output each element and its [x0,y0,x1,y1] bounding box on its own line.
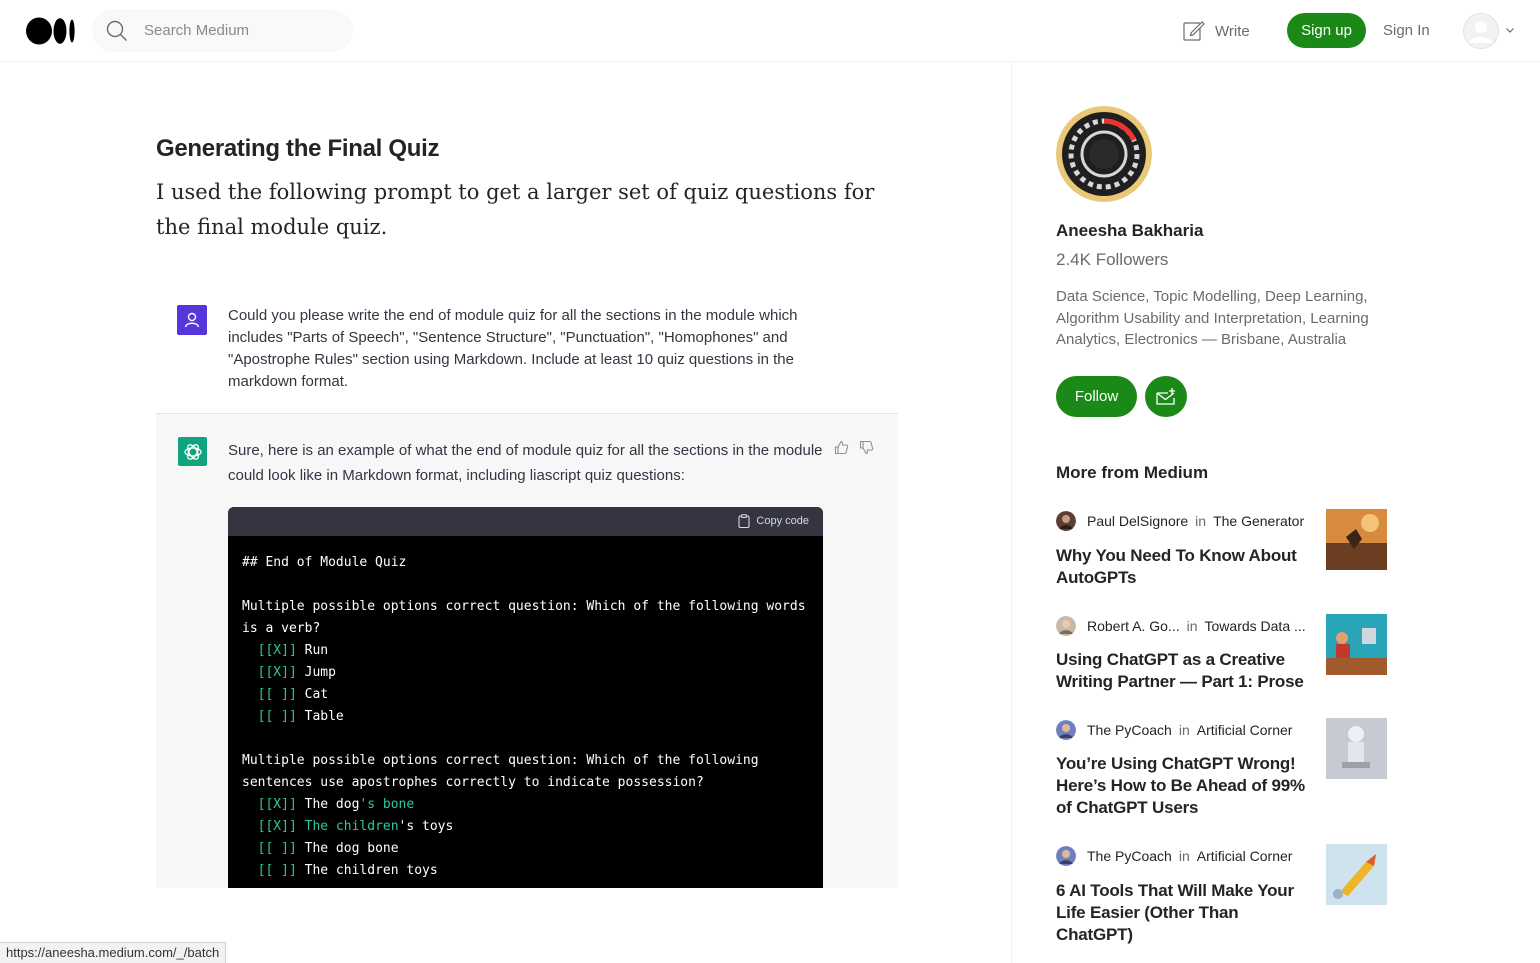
code-line: Run [296,643,329,658]
write-button[interactable]: Write [1182,18,1250,44]
thumbs-down-icon [859,440,874,455]
mail-plus-icon [1156,387,1175,405]
follow-button[interactable]: Follow [1056,376,1137,417]
clipboard-icon [738,514,750,528]
default-avatar-icon [1463,13,1499,49]
article-paragraph: I used the following prompt to get a lar… [156,180,875,239]
section-heading: Generating the Final Quiz [156,135,440,162]
code-line: The children toys [296,863,438,878]
story-title[interactable]: 6 AI Tools That Will Make Your Life Easi… [1056,880,1306,946]
story-author[interactable]: Paul DelSignore [1087,513,1188,529]
more-from-medium-heading: More from Medium [1056,463,1209,482]
story-meta: The PyCoach in Artificial Corner [1056,719,1292,741]
sidebar-divider [1011,62,1012,963]
copy-code-label: Copy code [756,515,809,527]
story-author[interactable]: The PyCoach [1087,848,1172,864]
code-line: The dog bone [296,841,399,856]
code-line: Jump [296,665,336,680]
code-line: The dog [296,797,360,812]
author-name[interactable]: Aneesha Bakharia [1056,221,1203,241]
code-line: Multiple possible options correct questi… [242,599,806,614]
code-line: ## End of Module Quiz [242,555,407,570]
code-line: Multiple possible options correct questi… [242,753,759,768]
checkbox-marker: [[ ]] [257,841,297,856]
checkbox-marker: [[ ]] [257,709,297,724]
thumbs-up-icon [834,440,849,455]
recommended-story-card[interactable]: The PyCoach in Artificial Corner You’re … [1056,718,1388,819]
author-bio: Data Science, Topic Modelling, Deep Lear… [1056,288,1369,348]
story-publication[interactable]: Artificial Corner [1197,848,1293,864]
checkbox-marker: [[ ]] [257,863,297,878]
author-avatar-icon[interactable] [1056,846,1076,866]
story-thumbnail[interactable] [1326,614,1387,675]
checkbox-marker: [[ ]] [257,687,297,702]
medium-logo-icon[interactable] [26,17,76,45]
user-avatar-icon [177,305,207,335]
checkbox-marker: [[X]] [257,643,297,658]
code-block-header: Copy code [228,507,823,536]
chatgpt-screenshot-image: Could you please write the end of module… [156,283,898,888]
in-label: in [1195,513,1207,529]
story-publication[interactable]: Towards Data ... [1205,618,1306,634]
author-avatar-icon[interactable] [1056,511,1076,531]
user-message-row: Could you please write the end of module… [156,283,898,414]
in-label: in [1178,722,1190,738]
search-input[interactable]: Search Medium [92,9,353,52]
story-thumbnail[interactable] [1326,718,1387,779]
checkbox-marker: [[X]] [257,819,297,834]
author-logo-icon [1056,106,1152,202]
code-content: ## End of Module Quiz Multiple possible … [228,536,823,882]
assistant-message-row: Sure, here is an example of what the end… [156,414,898,888]
subscribe-button[interactable] [1145,376,1187,417]
author-avatar[interactable] [1056,106,1152,202]
search-icon [106,20,127,41]
story-meta: The PyCoach in Artificial Corner [1056,845,1292,867]
code-string: The children [296,819,399,834]
chatgpt-logo-icon [178,437,207,466]
story-title[interactable]: Using ChatGPT as a Creative Writing Part… [1056,649,1306,693]
sign-up-button[interactable]: Sign up [1287,13,1366,48]
code-line: 's toys [398,819,454,834]
story-meta: Paul DelSignore in The Generator [1056,510,1304,532]
story-title[interactable]: Why You Need To Know About AutoGPTs [1056,545,1306,589]
checkbox-marker: [[X]] [257,797,297,812]
story-meta: Robert A. Go... in Towards Data ... [1056,615,1306,637]
story-thumbnail[interactable] [1326,509,1387,570]
user-prompt-text: Could you please write the end of module… [228,307,798,390]
write-icon [1183,21,1205,41]
story-thumbnail[interactable] [1326,844,1387,905]
user-avatar[interactable] [1463,13,1499,49]
code-line: sentences use apostrophes correctly to i… [242,775,704,790]
code-string: 's bone [359,797,415,812]
code-block: Copy code ## End of Module Quiz Multiple… [228,507,823,888]
write-label: Write [1215,22,1250,40]
copy-code-button: Copy code [738,514,809,528]
code-line: Cat [296,687,329,702]
story-publication[interactable]: Artificial Corner [1197,722,1293,738]
checkbox-marker: [[X]] [257,665,297,680]
story-author[interactable]: Robert A. Go... [1087,618,1180,634]
author-avatar-icon[interactable] [1056,616,1076,636]
feedback-icons [834,440,874,455]
recommended-story-card[interactable]: Paul DelSignore in The Generator Why You… [1056,509,1388,590]
recommended-story-card[interactable]: Robert A. Go... in Towards Data ... Usin… [1056,614,1388,695]
assistant-reply-text: Sure, here is an example of what the end… [228,442,823,484]
code-line: Table [296,709,344,724]
chevron-down-icon[interactable] [1505,25,1515,35]
in-label: in [1186,618,1198,634]
in-label: in [1178,848,1190,864]
recommended-story-card[interactable]: The PyCoach in Artificial Corner 6 AI To… [1056,844,1388,946]
author-avatar-icon[interactable] [1056,720,1076,740]
story-title[interactable]: You’re Using ChatGPT Wrong! Here’s How t… [1056,753,1306,819]
story-publication[interactable]: The Generator [1213,513,1304,529]
followers-count[interactable]: 2.4K Followers [1056,250,1168,270]
search-placeholder: Search Medium [144,22,250,39]
sign-in-link[interactable]: Sign In [1383,22,1430,39]
top-navigation-bar: Search Medium Write Sign up Sign In [0,0,1540,62]
story-author[interactable]: The PyCoach [1087,722,1172,738]
status-bar-url: https://aneesha.medium.com/_/batch [0,942,227,963]
code-line: is a verb? [242,621,321,636]
